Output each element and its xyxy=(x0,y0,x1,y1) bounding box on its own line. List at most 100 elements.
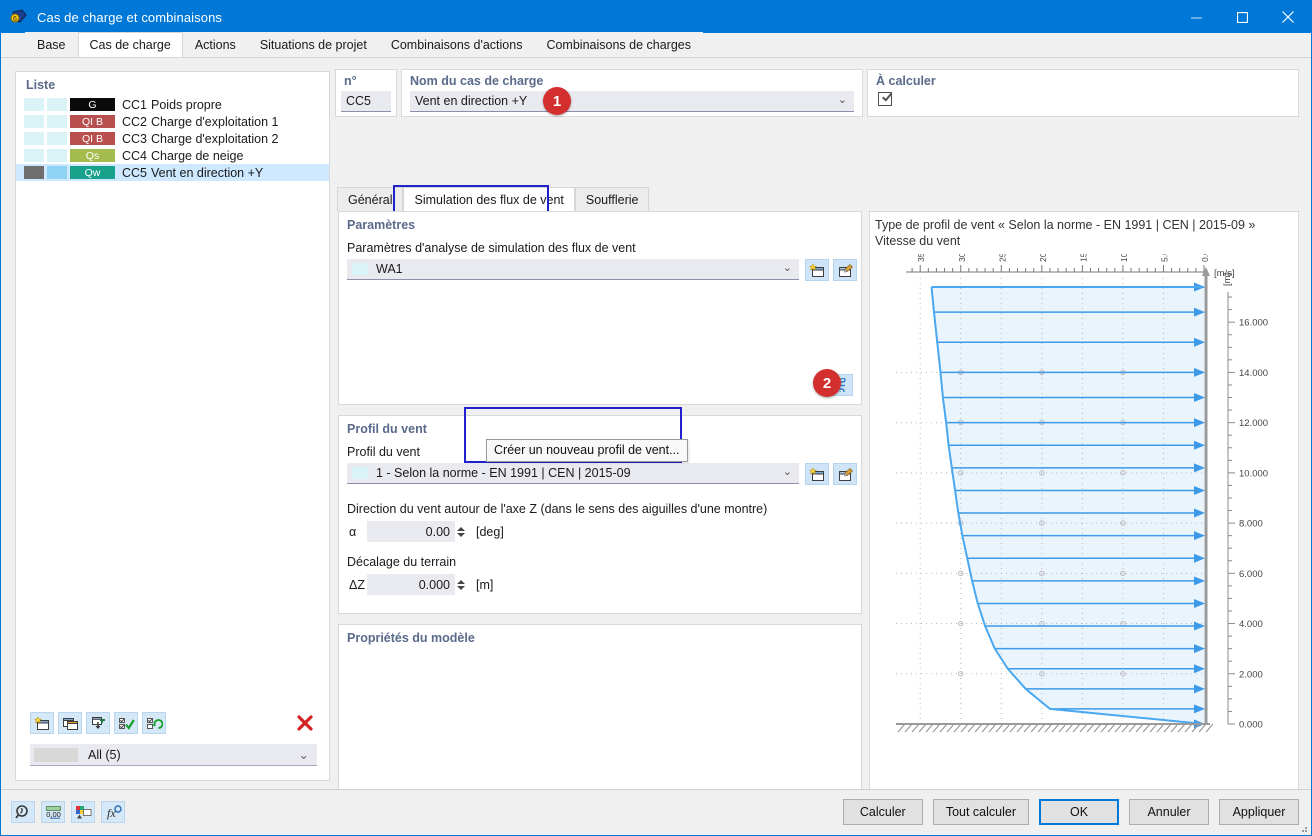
calculer-button[interactable]: Calculer xyxy=(842,799,923,825)
load-case-number: CC1 xyxy=(122,97,148,112)
tab-actions[interactable]: Actions xyxy=(182,32,248,57)
tout-calculer-button[interactable]: Tout calculer xyxy=(932,799,1029,825)
maximize-icon[interactable] xyxy=(1219,1,1265,33)
tab-general[interactable]: Général xyxy=(337,187,404,211)
list-item[interactable]: G CC1 Poids propre xyxy=(16,96,329,113)
alpha-value: 0.00 xyxy=(425,524,450,539)
svg-text:8.000: 8.000 xyxy=(1239,519,1263,530)
svg-text:25.00: 25.00 xyxy=(997,254,1007,262)
load-case-name-combo[interactable]: Vent en direction +Y ⌄ xyxy=(410,91,854,112)
chevron-down-icon: ⌄ xyxy=(837,94,847,106)
dlubal-icon: 6 xyxy=(10,8,28,26)
footer-buttons: Calculer Tout calculer OK Annuler Appliq… xyxy=(842,799,1299,825)
tab-situations-de-projet[interactable]: Situations de projet xyxy=(247,32,379,57)
tab-label: Base xyxy=(37,38,66,52)
new-wind-simulation-button[interactable] xyxy=(805,259,829,281)
row-color-swatch-2 xyxy=(47,166,67,179)
svg-text:16.000: 16.000 xyxy=(1239,318,1268,329)
display-properties-button[interactable] xyxy=(71,801,95,823)
tab-label: Général xyxy=(348,192,393,207)
list-filter-combo[interactable]: All (5) ⌄ xyxy=(30,744,317,766)
dz-input[interactable]: 0.000 xyxy=(367,574,455,595)
invert-selection-button[interactable] xyxy=(142,712,166,734)
select-all-button[interactable] xyxy=(114,712,138,734)
svg-text:[m]: [m] xyxy=(1222,273,1233,286)
wind-profile-value: 1 - Selon la norme - EN 1991 | CEN | 201… xyxy=(376,466,631,480)
load-case-number-panel: n° CC5 xyxy=(335,69,397,117)
row-color-swatch-2 xyxy=(47,98,67,111)
tab-base[interactable]: Base xyxy=(25,32,78,57)
filter-swatch xyxy=(34,747,78,762)
copy-load-case-button[interactable] xyxy=(58,712,82,734)
resize-grip[interactable] xyxy=(1298,823,1308,833)
parameters-section: Paramètres Paramètres d'analyse de simul… xyxy=(338,211,862,405)
wind-profile-combo[interactable]: 1 - Selon la norme - EN 1991 | CEN | 201… xyxy=(347,463,799,484)
appliquer-button[interactable]: Appliquer xyxy=(1219,799,1299,825)
import-load-case-button[interactable] xyxy=(86,712,110,734)
svg-text:5.00: 5.00 xyxy=(1159,254,1169,262)
inner-tab-bar: Général Simulation des flux de vent Souf… xyxy=(337,187,650,211)
load-case-number-field[interactable]: CC5 xyxy=(341,91,391,112)
load-type-badge: QI B xyxy=(70,115,115,128)
units-button[interactable] xyxy=(11,801,35,823)
row-color-swatch-1 xyxy=(24,166,44,179)
svg-text:10.00: 10.00 xyxy=(1119,254,1129,262)
load-case-name: Charge de neige xyxy=(151,148,244,163)
tab-simulation-flux-de-vent[interactable]: Simulation des flux de vent xyxy=(403,187,575,211)
tab-cas-de-charge[interactable]: Cas de charge xyxy=(77,32,183,57)
new-load-case-button[interactable] xyxy=(30,712,54,734)
to-calculate-panel: À calculer xyxy=(867,69,1299,117)
list-item[interactable]: QI B CC3 Charge d'exploitation 2 xyxy=(16,130,329,147)
wind-profile-chart: 35.00 30.00 25.00 20.00 15.00 10.00 5.00 0.00 [m… xyxy=(896,254,1268,733)
dz-stepper[interactable] xyxy=(455,574,467,595)
row-color-swatch-1 xyxy=(24,149,44,162)
edit-wind-profile-button[interactable] xyxy=(833,463,857,485)
dz-unit: [m] xyxy=(476,577,494,592)
alpha-symbol: α xyxy=(349,524,357,539)
button-label: Appliquer xyxy=(1232,805,1286,819)
load-type-badge: Qs xyxy=(70,149,115,162)
wind-simulation-combo[interactable]: WA1 ⌄ xyxy=(347,259,799,280)
edit-wind-simulation-button[interactable] xyxy=(833,259,857,281)
load-case-number: CC5 xyxy=(122,165,148,180)
load-case-name: Poids propre xyxy=(151,97,222,112)
load-case-name: Vent en direction +Y xyxy=(151,165,264,180)
tab-combinaisons-de-charges[interactable]: Combinaisons de charges xyxy=(534,32,703,57)
new-wind-profile-button[interactable] xyxy=(805,463,829,485)
annuler-button[interactable]: Annuler xyxy=(1129,799,1209,825)
callout-1: 1 xyxy=(543,87,571,115)
svg-text:12.000: 12.000 xyxy=(1239,418,1268,429)
delete-load-case-button[interactable] xyxy=(293,712,317,734)
alpha-input[interactable]: 0.00 xyxy=(367,521,455,542)
close-icon[interactable] xyxy=(1265,1,1311,33)
list-item[interactable]: Qs CC4 Charge de neige xyxy=(16,147,329,164)
to-calculate-checkbox[interactable] xyxy=(878,92,892,106)
button-label: OK xyxy=(1069,805,1089,819)
alpha-stepper[interactable] xyxy=(455,521,467,542)
svg-text:0,00: 0,00 xyxy=(46,810,61,819)
ok-button[interactable]: OK xyxy=(1039,799,1119,825)
load-case-list-panel: Liste G CC1 Poids propre QI B CC2 Charge d'ex… xyxy=(15,71,330,781)
name-value: Vent en direction +Y xyxy=(415,94,528,108)
load-type-badge: QI B xyxy=(70,132,115,145)
list-item[interactable]: QI B CC2 Charge d'exploitation 1 xyxy=(16,113,329,130)
window-title: Cas de charge et combinaisons xyxy=(37,9,223,25)
list-item[interactable]: Qw CC5 Vent en direction +Y xyxy=(16,164,329,181)
svg-text:2.000: 2.000 xyxy=(1239,669,1263,680)
tab-combinaisons-dactions[interactable]: Combinaisons d'actions xyxy=(378,32,535,57)
footer-tools: 0,00 fx xyxy=(11,801,125,823)
tab-label: Soufflerie xyxy=(585,192,639,207)
load-case-name: Charge d'exploitation 2 xyxy=(151,131,279,146)
tab-soufflerie[interactable]: Soufflerie xyxy=(574,187,650,211)
formula-button[interactable]: fx xyxy=(101,801,125,823)
parameters-field-label: Paramètres d'analyse de simulation des f… xyxy=(347,241,636,255)
list-title-label: Liste xyxy=(26,78,56,92)
load-case-number: CC4 xyxy=(122,148,148,163)
decimal-places-button[interactable]: 0,00 xyxy=(41,801,65,823)
title-bar: 6 Cas de charge et combinaisons xyxy=(1,1,1311,33)
minimize-icon[interactable] xyxy=(1173,1,1219,33)
row-color-swatch-2 xyxy=(47,115,67,128)
wind-profile-title: Profil du vent xyxy=(347,422,427,436)
settings-column: Paramètres Paramètres d'analyse de simul… xyxy=(335,211,865,829)
tab-label: Combinaisons de charges xyxy=(546,38,691,52)
